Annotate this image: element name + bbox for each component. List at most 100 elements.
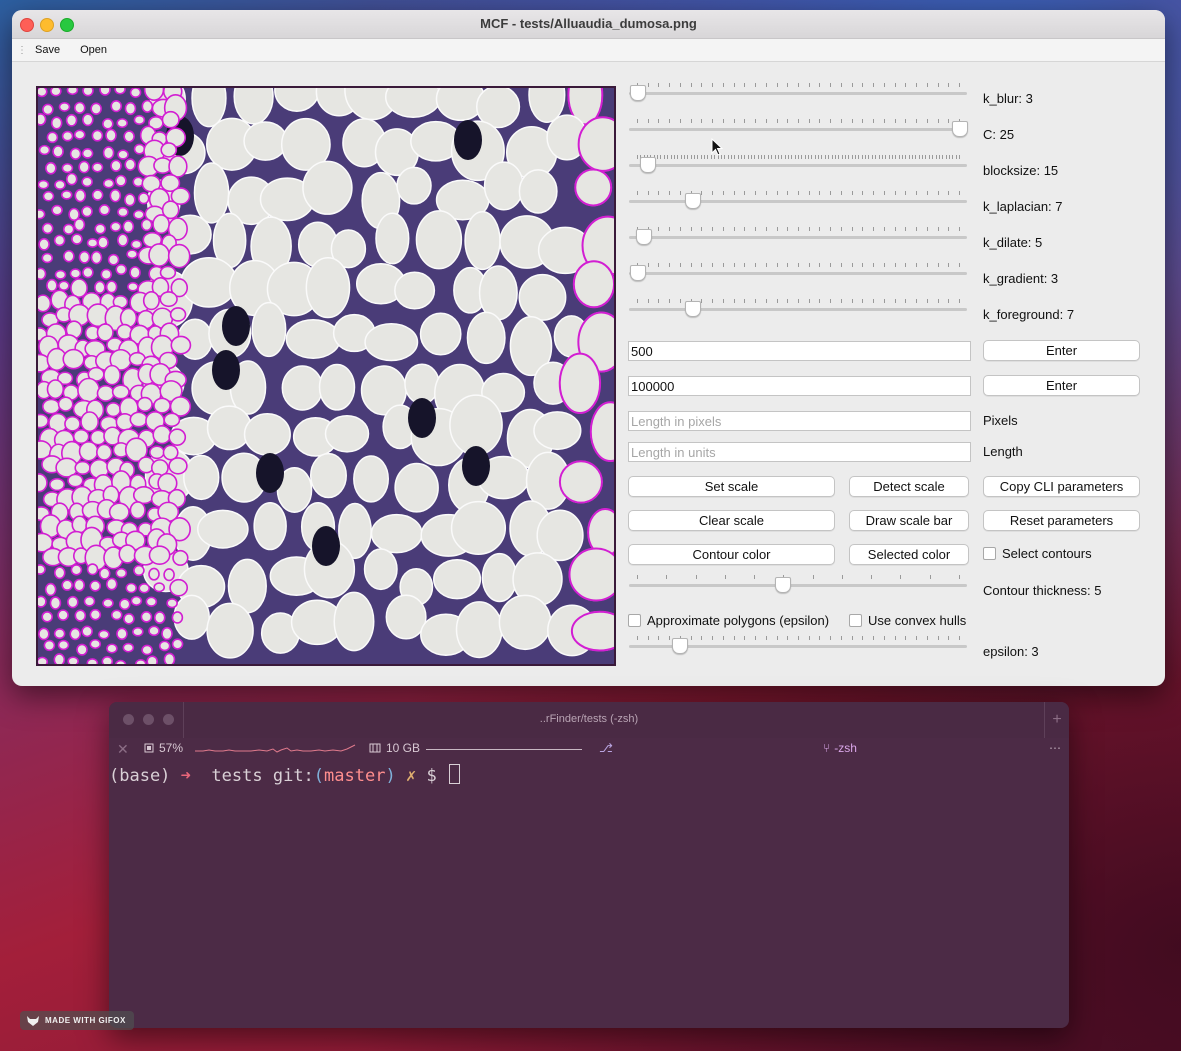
menu-save[interactable]: Save (25, 44, 70, 56)
close-pane-icon[interactable]: ✕ (117, 741, 129, 758)
draw-scale-bar-button[interactable]: Draw scale bar (849, 510, 969, 531)
terminal-titlebar: ..rFinder/tests (-zsh) + (109, 702, 1069, 738)
contoured-cell (89, 608, 102, 621)
slider-tick (851, 119, 853, 123)
contoured-cell (152, 425, 172, 445)
contoured-cell (145, 596, 158, 607)
menu-open[interactable]: Open (70, 44, 117, 56)
slider-tick (733, 83, 735, 87)
min-area-enter-button[interactable]: Enter (983, 340, 1140, 361)
more-options-icon[interactable]: ⋯ (1049, 741, 1061, 755)
checkbox-box[interactable] (983, 547, 996, 560)
contoured-cell (94, 280, 106, 295)
slider-thumb[interactable] (630, 265, 646, 281)
slider-thumb[interactable] (671, 638, 688, 654)
k-dilate-slider[interactable] (629, 227, 967, 247)
terminal-prompt[interactable]: (base) ➜ tests git:(master) ✗ $ (109, 764, 460, 786)
contoured-cell (127, 281, 139, 292)
k-foreground-slider[interactable] (629, 299, 967, 319)
new-tab-icon[interactable]: + (1044, 702, 1069, 738)
cell (483, 161, 524, 211)
slider-thumb[interactable] (636, 229, 653, 245)
slider-tick (776, 83, 778, 87)
blocksize-slider[interactable] (629, 155, 967, 175)
length-units-input[interactable] (628, 442, 971, 462)
contoured-cell (67, 595, 79, 609)
min-area-input[interactable] (628, 341, 971, 361)
contoured-cell (61, 130, 74, 142)
slider-tick (787, 227, 789, 231)
slider-tick (755, 227, 757, 231)
checkbox-box[interactable] (849, 614, 862, 627)
contoured-cell (129, 501, 146, 520)
slider-tick (787, 155, 789, 159)
stained-cell (212, 350, 240, 390)
slider-tick (798, 155, 799, 159)
contoured-cell (163, 568, 175, 582)
slider-tick (862, 191, 864, 195)
slider-tick (658, 263, 660, 267)
slider-thumb[interactable] (639, 157, 656, 173)
contoured-cell (67, 656, 79, 664)
slider-thumb[interactable] (952, 121, 968, 137)
slider-thumb[interactable] (774, 577, 791, 593)
slider-tick (851, 227, 853, 231)
k-blur-slider[interactable] (629, 83, 967, 103)
contoured-cell (146, 655, 159, 664)
epsilon-slider[interactable] (629, 636, 967, 656)
approximate-polygons-checkbox[interactable]: Approximate polygons (epsilon) (628, 613, 829, 628)
slider-thumb[interactable] (684, 301, 701, 317)
detect-scale-button[interactable]: Detect scale (849, 476, 969, 497)
slider-tick (774, 155, 776, 159)
contour-color-button[interactable]: Contour color (628, 544, 835, 565)
prompt-branch: master (324, 766, 386, 786)
slider-tick (744, 155, 746, 159)
slider-tick (901, 155, 903, 159)
slider-tick (755, 636, 757, 640)
length-label: Length (983, 444, 1023, 459)
contoured-cell (106, 643, 118, 654)
select-contours-checkbox[interactable]: Select contours (983, 546, 1092, 561)
clear-scale-button[interactable]: Clear scale (628, 510, 835, 531)
max-area-enter-button[interactable]: Enter (983, 375, 1140, 396)
contoured-cell (38, 208, 46, 220)
stained-cell (462, 446, 490, 486)
cell (404, 363, 440, 405)
slider-tick (959, 263, 960, 267)
copy-cli-parameters-button[interactable]: Copy CLI parameters (983, 476, 1140, 497)
c-slider[interactable] (629, 119, 968, 139)
contour-thickness-slider[interactable] (629, 575, 967, 595)
contoured-cell (38, 473, 48, 493)
contoured-cell (41, 222, 54, 235)
toolbar-grip-icon[interactable]: ⋮ (17, 45, 27, 56)
selected-color-button[interactable]: Selected color (849, 544, 969, 565)
slider-tick (712, 191, 714, 195)
checkbox-box[interactable] (628, 614, 641, 627)
slider-ticks (637, 263, 960, 267)
k-foreground-label: k_foreground: 7 (983, 307, 1075, 322)
k-gradient-slider[interactable] (629, 263, 967, 283)
slider-tick (819, 83, 821, 87)
contoured-cell (123, 613, 135, 625)
slider-tick (959, 227, 960, 231)
convex-hulls-checkbox[interactable]: Use convex hulls (849, 613, 966, 628)
cell (363, 548, 398, 591)
slider-tick (848, 155, 850, 159)
slider-tick (647, 83, 649, 87)
max-area-input[interactable] (628, 376, 971, 396)
slider-tick (647, 636, 649, 640)
reset-parameters-button[interactable]: Reset parameters (983, 510, 1140, 531)
slider-tick (819, 636, 821, 640)
slider-tick (912, 155, 914, 159)
slider-tick (670, 155, 672, 159)
contoured-cell (86, 238, 99, 248)
slider-thumb[interactable] (630, 85, 646, 101)
length-pixels-input[interactable] (628, 411, 971, 431)
slider-tick (727, 155, 729, 159)
slider-tick (883, 263, 885, 267)
cell (518, 169, 558, 214)
slider-thumb[interactable] (684, 193, 701, 209)
set-scale-button[interactable]: Set scale (628, 476, 835, 497)
k-laplacian-slider[interactable] (629, 191, 967, 211)
image-canvas[interactable] (36, 86, 616, 666)
